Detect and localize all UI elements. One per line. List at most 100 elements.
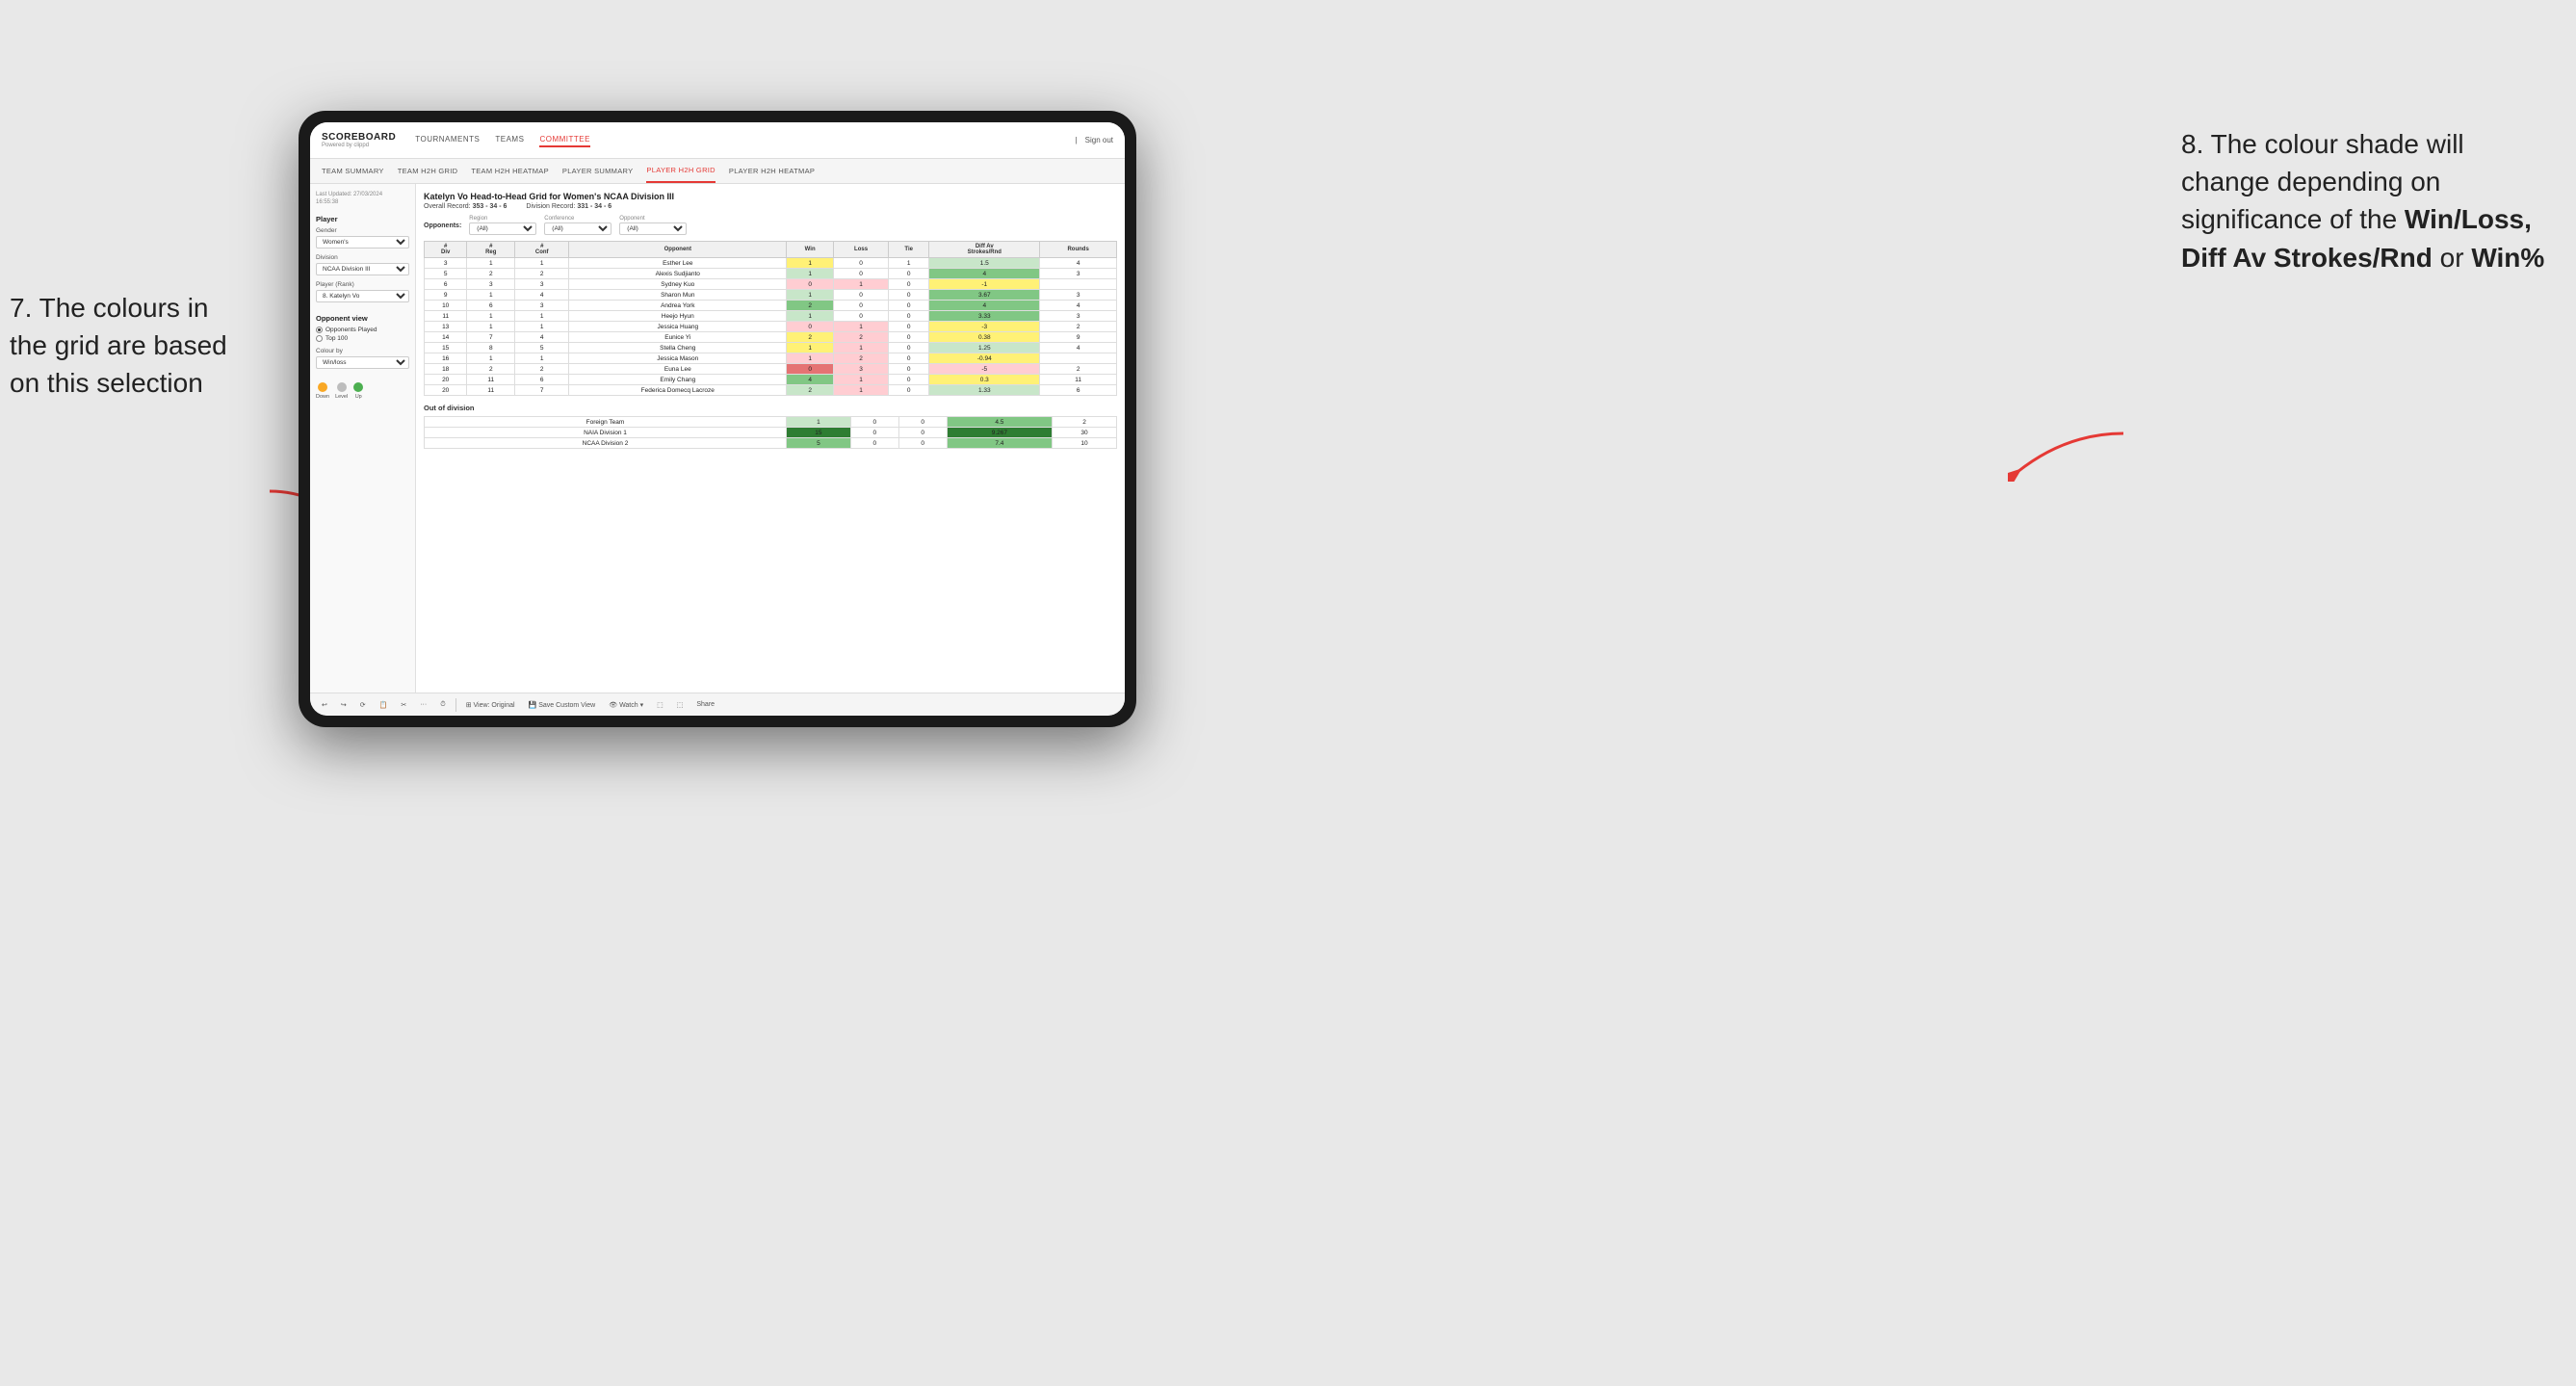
sidebar-colour-by-label: Colour by — [316, 348, 409, 354]
sidebar-gender-select[interactable]: Women's — [316, 236, 409, 248]
ood-table-row: NAIA Division 1 15 0 0 9.267 30 — [425, 428, 1117, 438]
overall-record-value: 353 - 34 - 6 — [473, 203, 507, 210]
main-content: Last Updated: 27/03/202416:55:38 Player … — [310, 184, 1125, 693]
table-row: 20 11 6 Emily Chang 4 1 0 0.3 11 — [425, 375, 1117, 385]
nav-link-teams[interactable]: TEAMS — [495, 133, 524, 147]
toolbar-timer[interactable]: ⏱ — [436, 700, 449, 710]
cell-opponent: Federica Domecq Lacroze — [569, 385, 787, 396]
radio-opponents-played[interactable]: Opponents Played — [316, 327, 409, 333]
legend-level: Level — [335, 382, 348, 400]
col-rounds: Rounds — [1040, 242, 1117, 258]
toolbar-view-original[interactable]: ⊞ View: Original — [462, 700, 519, 710]
cell-conf: 6 — [515, 375, 569, 385]
cell-win: 1 — [787, 290, 834, 301]
toolbar-share-grid[interactable]: ⬚ — [653, 700, 667, 710]
cell-loss: 0 — [834, 290, 889, 301]
cell-tie: 0 — [889, 353, 929, 364]
cell-div: 5 — [425, 269, 467, 279]
cell-diff: 0.3 — [929, 375, 1040, 385]
cell-win: 2 — [787, 332, 834, 343]
cell-tie: 0 — [889, 269, 929, 279]
sidebar-player-rank-select[interactable]: 8. Katelyn Vo — [316, 290, 409, 302]
cell-opponent: Stella Cheng — [569, 343, 787, 353]
cell-div: 9 — [425, 290, 467, 301]
annotation-right: 8. The colour shade will change dependin… — [2181, 125, 2547, 276]
sidebar-colour-by-select[interactable]: Win/loss — [316, 356, 409, 369]
cell-tie: 0 — [889, 279, 929, 290]
toolbar-share-btn[interactable]: Share — [692, 700, 718, 709]
opponents-label: Opponents: — [424, 222, 461, 229]
sub-nav-player-summary[interactable]: PLAYER SUMMARY — [562, 159, 634, 183]
filters-row: Opponents: Region (All) Conference (All) — [424, 216, 1117, 235]
cell-diff: 4 — [929, 301, 1040, 311]
sub-nav: TEAM SUMMARY TEAM H2H GRID TEAM H2H HEAT… — [310, 159, 1125, 184]
conference-select[interactable]: (All) — [544, 222, 611, 235]
legend-level-label: Level — [335, 394, 348, 400]
colour-circle-down — [318, 382, 327, 392]
nav-link-tournaments[interactable]: TOURNAMENTS — [415, 133, 480, 147]
toolbar-redo[interactable]: ↪ — [337, 700, 351, 710]
cell-rounds: 2 — [1040, 364, 1117, 375]
col-diff: Diff AvStrokes/Rnd — [929, 242, 1040, 258]
toolbar-watch[interactable]: 👁 Watch ▾ — [605, 700, 647, 710]
cell-loss: 0 — [834, 311, 889, 322]
cell-opponent: Esther Lee — [569, 258, 787, 269]
cell-rounds: 4 — [1040, 343, 1117, 353]
cell-diff: -3 — [929, 322, 1040, 332]
cell-win: 1 — [787, 343, 834, 353]
sidebar-division-select[interactable]: NCAA Division III — [316, 263, 409, 275]
sign-out-link[interactable]: Sign out — [1085, 136, 1113, 144]
sidebar-radio-group: Opponents Played Top 100 — [316, 327, 409, 342]
cell-win: 1 — [787, 353, 834, 364]
table-row: 5 2 2 Alexis Sudjianto 1 0 0 4 3 — [425, 269, 1117, 279]
radio-label-opponents: Opponents Played — [325, 327, 377, 333]
cell-ood-rounds: 30 — [1053, 428, 1117, 438]
radio-top100[interactable]: Top 100 — [316, 335, 409, 342]
toolbar-divider — [455, 698, 456, 712]
toolbar-cut[interactable]: ✂ — [397, 700, 410, 710]
sub-nav-team-summary[interactable]: TEAM SUMMARY — [322, 159, 384, 183]
sub-nav-player-h2h-grid[interactable]: PLAYER H2H GRID — [646, 159, 715, 183]
toolbar-undo[interactable]: ↩ — [318, 700, 331, 710]
table-row: 13 1 1 Jessica Huang 0 1 0 -3 2 — [425, 322, 1117, 332]
table-row: 9 1 4 Sharon Mun 1 0 0 3.67 3 — [425, 290, 1117, 301]
cell-diff: -5 — [929, 364, 1040, 375]
table-row: 14 7 4 Eunice Yi 2 2 0 0.38 9 — [425, 332, 1117, 343]
cell-reg: 1 — [467, 353, 515, 364]
colour-circle-up — [353, 382, 363, 392]
cell-win: 0 — [787, 322, 834, 332]
nav-bar: SCOREBOARD Powered by clippd TOURNAMENTS… — [310, 122, 1125, 159]
content-area: Katelyn Vo Head-to-Head Grid for Women's… — [416, 184, 1125, 693]
sub-nav-team-h2h-grid[interactable]: TEAM H2H GRID — [398, 159, 458, 183]
last-updated: Last Updated: 27/03/202416:55:38 — [316, 192, 409, 207]
cell-div: 18 — [425, 364, 467, 375]
cell-rounds: 2 — [1040, 322, 1117, 332]
sub-nav-team-h2h-heatmap[interactable]: TEAM H2H HEATMAP — [471, 159, 549, 183]
col-div: #Div — [425, 242, 467, 258]
cell-diff: 1.5 — [929, 258, 1040, 269]
col-opponent: Opponent — [569, 242, 787, 258]
cell-conf: 3 — [515, 301, 569, 311]
cell-loss: 3 — [834, 364, 889, 375]
filter-conference: Conference (All) — [544, 216, 611, 235]
filter-opponent: Opponent (All) — [619, 216, 687, 235]
toolbar-refresh[interactable]: ⟳ — [356, 700, 370, 710]
toolbar-save-custom[interactable]: 💾 Save Custom View — [525, 700, 600, 710]
nav-link-committee[interactable]: COMMITTEE — [539, 133, 590, 147]
cell-div: 6 — [425, 279, 467, 290]
cell-conf: 7 — [515, 385, 569, 396]
cell-diff: 1.25 — [929, 343, 1040, 353]
cell-tie: 0 — [889, 290, 929, 301]
cell-div: 16 — [425, 353, 467, 364]
opponent-select[interactable]: (All) — [619, 222, 687, 235]
toolbar-share-icon[interactable]: ⬚ — [673, 700, 688, 710]
cell-rounds: 3 — [1040, 311, 1117, 322]
cell-rounds: 3 — [1040, 269, 1117, 279]
logo-text: SCOREBOARD — [322, 132, 396, 143]
region-select[interactable]: (All) — [469, 222, 536, 235]
toolbar-more[interactable]: ··· — [416, 700, 430, 709]
sub-nav-player-h2h-heatmap[interactable]: PLAYER H2H HEATMAP — [729, 159, 815, 183]
toolbar-copy[interactable]: 📋 — [376, 700, 392, 710]
out-of-division-title: Out of division — [424, 404, 1117, 412]
cell-win: 1 — [787, 311, 834, 322]
